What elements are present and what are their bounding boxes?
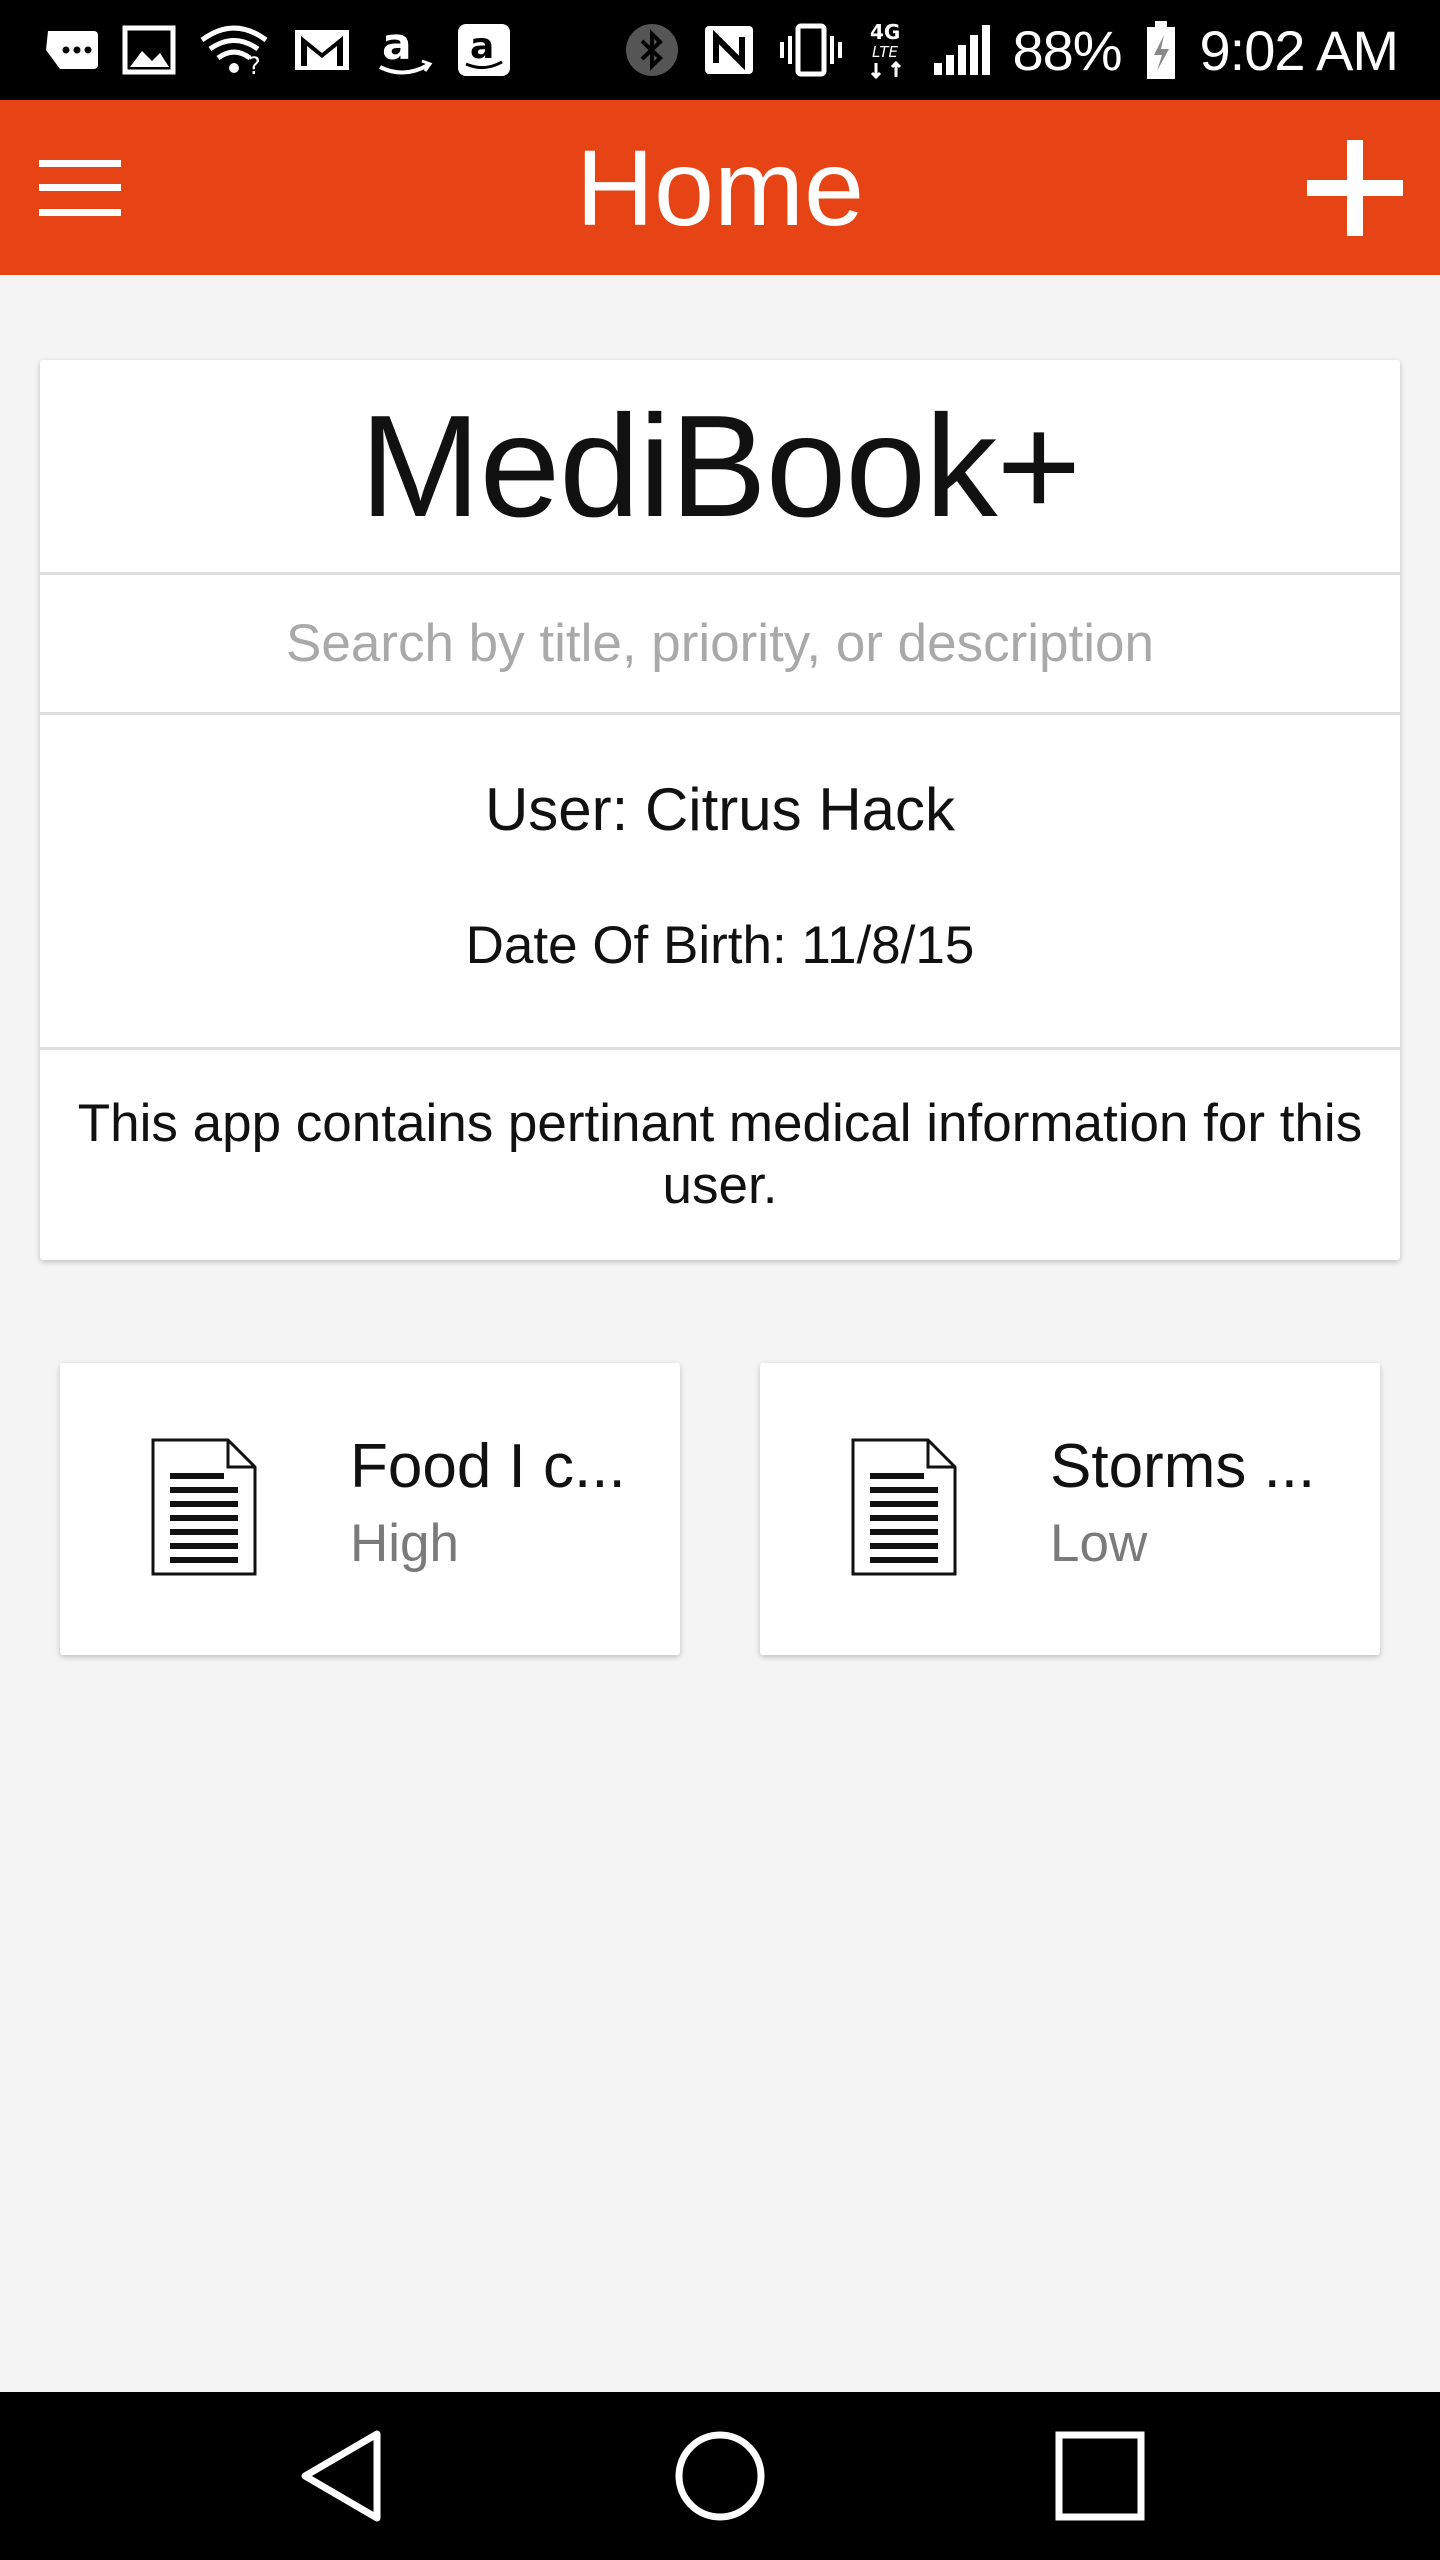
hamburger-menu-icon (39, 160, 121, 216)
home-circle-icon (675, 2431, 765, 2521)
record-tile[interactable]: Storms ... Low (760, 1363, 1380, 1655)
amazon-app-icon: a (456, 22, 512, 78)
svg-text:?: ? (248, 52, 261, 76)
battery-charging-icon (1144, 19, 1178, 81)
svg-text:a: a (470, 26, 494, 67)
gmail-icon (292, 27, 352, 73)
plus-icon (1307, 140, 1403, 236)
wifi-question-icon: ? (198, 24, 270, 76)
record-priority: Low (1050, 1514, 1148, 1573)
user-info-section: User: Citrus Hack Date Of Birth: 11/8/15 (40, 715, 1400, 1050)
menu-button[interactable] (30, 140, 130, 236)
date-of-birth-label: Date Of Birth: 11/8/15 (465, 916, 975, 975)
document-icon (151, 1438, 257, 1576)
status-bar: ? a a 4G LTE 88% 9:02 AM (0, 0, 1440, 100)
home-button[interactable] (660, 2416, 780, 2536)
record-tile[interactable]: Food I c... High (60, 1363, 680, 1655)
search-input[interactable] (40, 575, 1400, 712)
network-4g-lte-icon: 4G LTE (866, 19, 910, 81)
page-title: Home (575, 127, 865, 248)
notification-more-icon (42, 27, 100, 73)
back-triangle-icon (301, 2430, 381, 2522)
app-brand-title: MediBook+ (359, 384, 1081, 547)
record-title: Food I c... (350, 1432, 626, 1501)
app-bar: Home (0, 100, 1440, 275)
clock-time: 9:02 AM (1199, 18, 1399, 82)
document-icon (851, 1438, 957, 1576)
record-priority: High (350, 1514, 460, 1573)
add-record-button[interactable] (1300, 136, 1410, 240)
app-description: This app contains pertinant medical info… (77, 1094, 1363, 1215)
back-button[interactable] (282, 2416, 402, 2536)
bluetooth-icon (624, 22, 680, 78)
profile-card: MediBook+ User: Citrus Hack Date Of Birt… (40, 360, 1400, 1260)
card-header: MediBook+ (40, 360, 1400, 575)
search-section (40, 575, 1400, 715)
battery-percent: 88% (1012, 18, 1122, 82)
vibrate-icon (778, 22, 844, 78)
recents-button[interactable] (1040, 2416, 1160, 2536)
status-left-icons: ? a a (42, 21, 512, 79)
status-right-icons: 4G LTE 88% 9:02 AM (624, 18, 1399, 83)
recents-square-icon (1055, 2431, 1145, 2521)
signal-icon (932, 23, 991, 77)
amazon-icon: a (374, 21, 434, 79)
user-name-label: User: Citrus Hack (484, 776, 956, 843)
image-icon (122, 25, 176, 75)
svg-text:4G: 4G (870, 20, 900, 44)
system-navigation-bar (0, 2392, 1440, 2560)
description-section: This app contains pertinant medical info… (40, 1050, 1400, 1260)
nfc-icon (702, 23, 756, 77)
svg-text:a: a (382, 21, 412, 70)
record-title: Storms ... (1050, 1432, 1316, 1501)
svg-text:LTE: LTE (872, 43, 899, 61)
